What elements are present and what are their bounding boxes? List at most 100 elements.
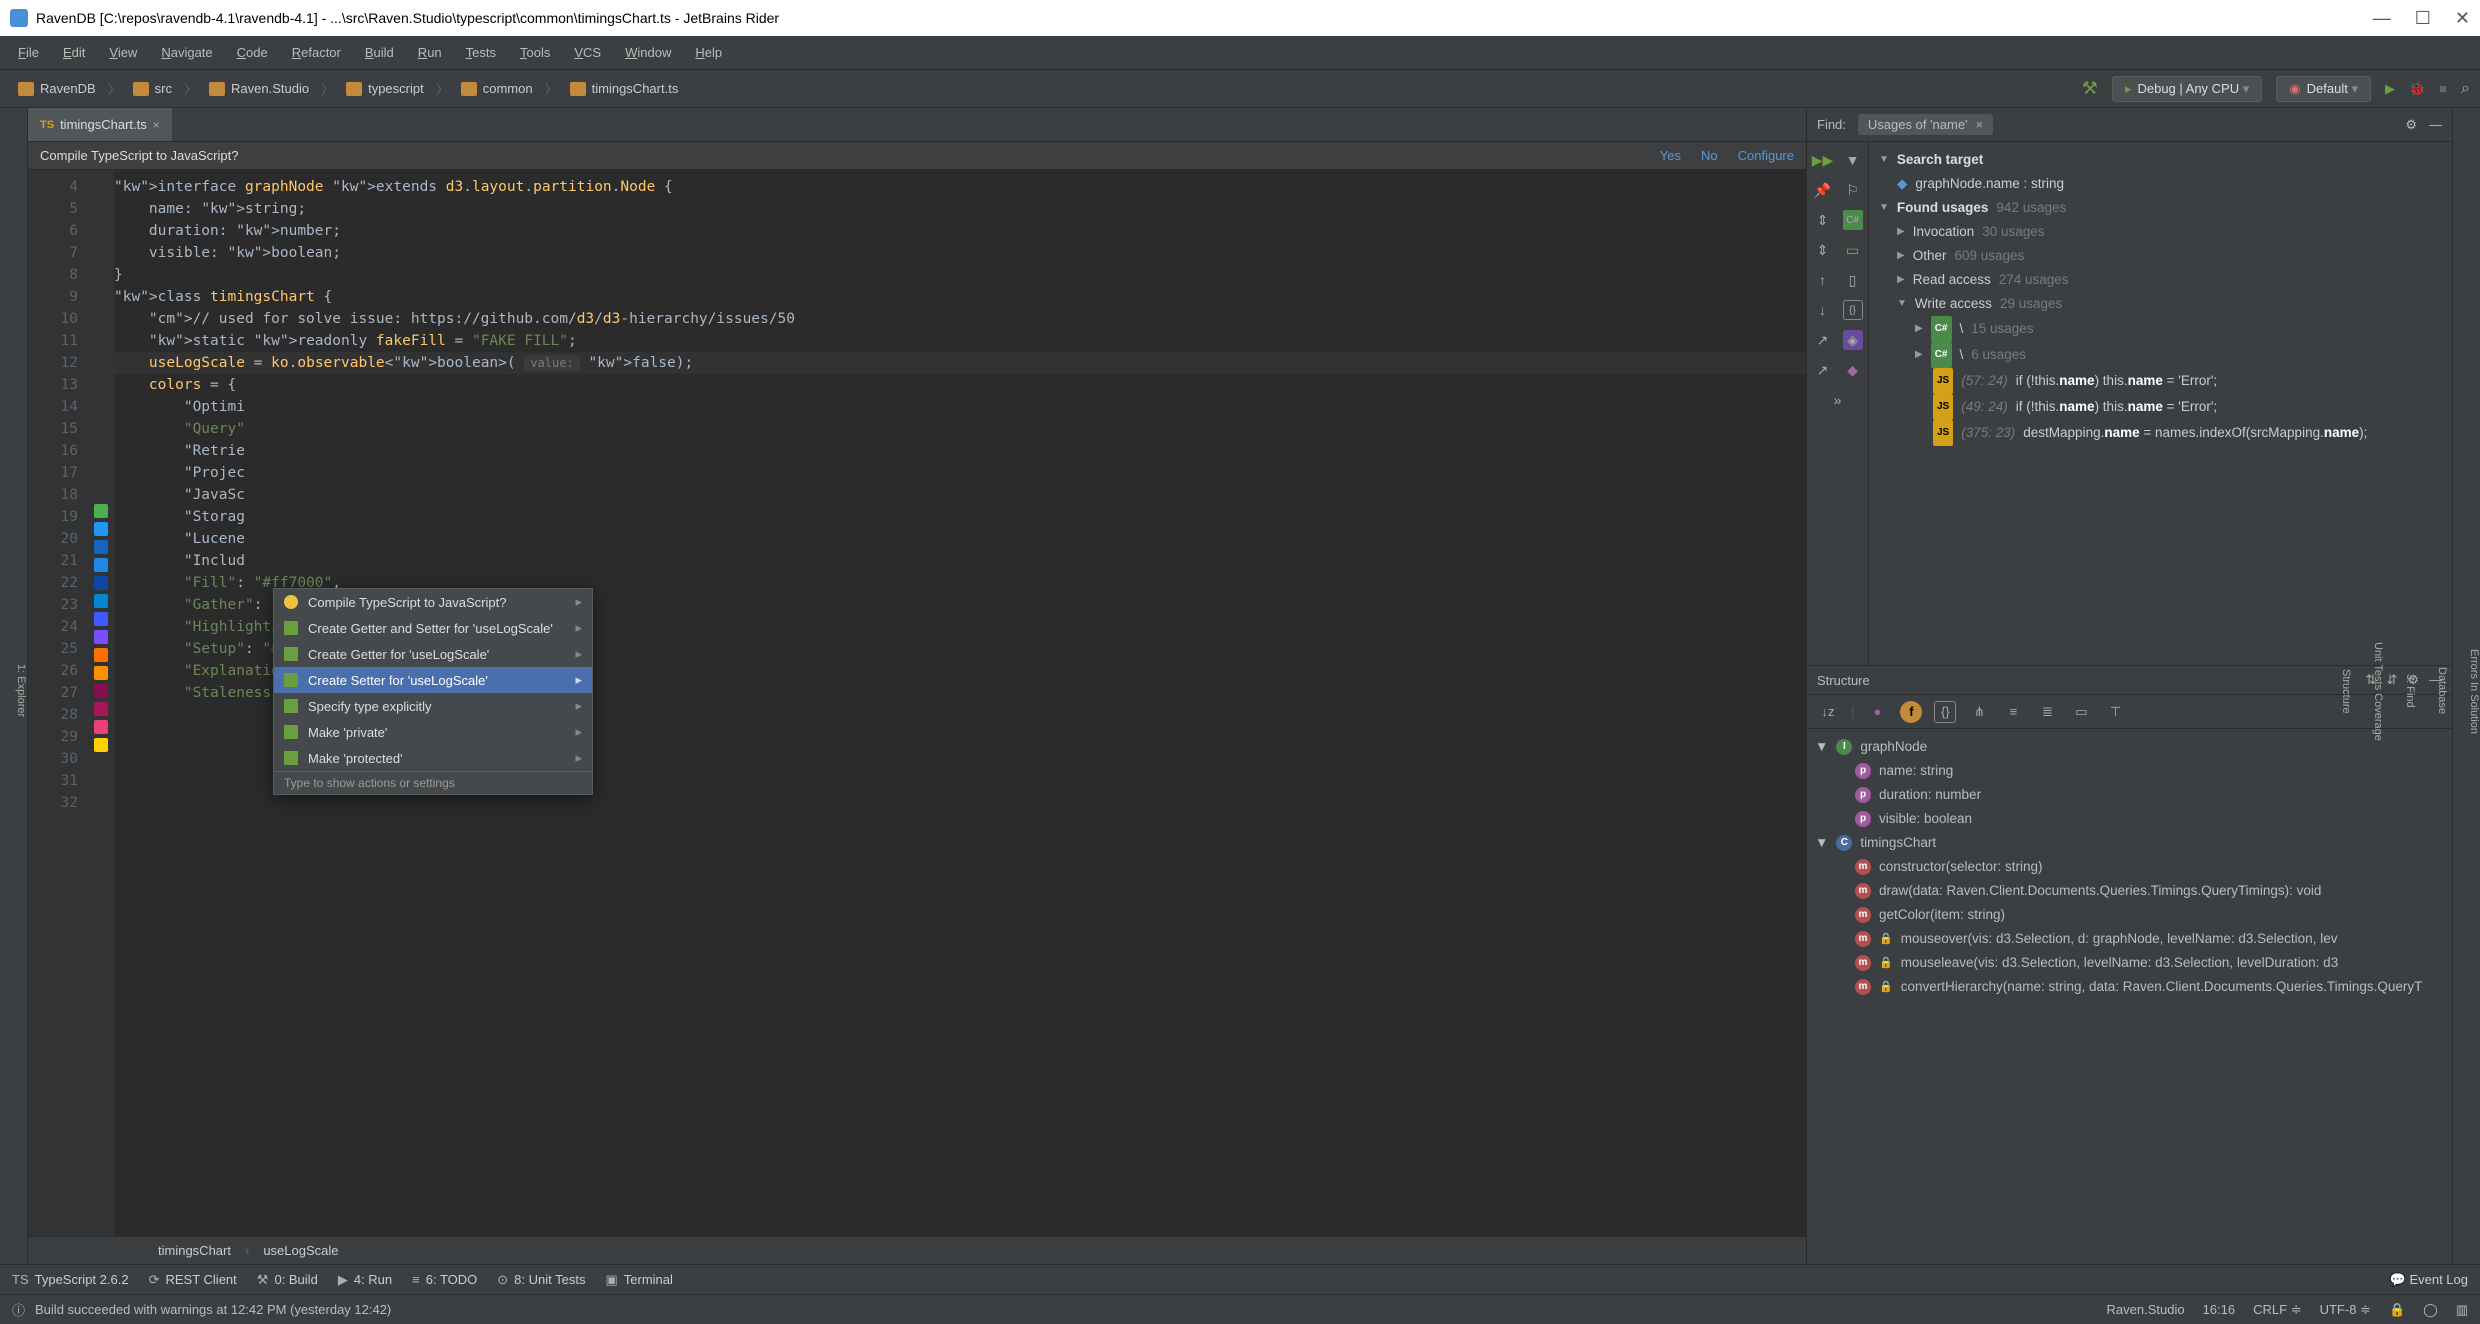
pencil-icon: [284, 725, 298, 739]
menu-refactor[interactable]: Refactor: [282, 41, 351, 64]
banner-no[interactable]: No: [1701, 148, 1718, 163]
file-icon[interactable]: ▯: [1843, 270, 1863, 290]
up-icon[interactable]: ↑: [1813, 270, 1833, 290]
coverage-tab[interactable]: Unit Tests Coverage: [2372, 642, 2384, 741]
breadcrumb-item[interactable]: RavenDB: [10, 79, 104, 98]
stack-icon[interactable]: ▥: [2456, 1302, 2468, 1318]
banner-yes[interactable]: Yes: [1660, 148, 1681, 163]
menu-file[interactable]: File: [8, 41, 49, 64]
tool-window-3[interactable]: ▶4: Run: [338, 1272, 392, 1288]
menu-window[interactable]: Window: [615, 41, 681, 64]
folder-icon: [570, 82, 586, 96]
intention-item[interactable]: Specify type explicitly▸: [274, 693, 592, 719]
tool-window-0[interactable]: TSTypeScript 2.6.2: [12, 1272, 129, 1287]
find-results-tree[interactable]: ▼Search target◆graphNode.name : string▼F…: [1869, 142, 2452, 665]
find-query-pill[interactable]: Usages of 'name'×: [1858, 114, 1993, 135]
tag-icon[interactable]: ◈: [1843, 330, 1863, 350]
menu-edit[interactable]: Edit: [53, 41, 95, 64]
pin-icon[interactable]: ⊤: [2104, 701, 2126, 723]
export-icon[interactable]: ↗: [1813, 330, 1833, 350]
encoding[interactable]: UTF-8 ≑: [2320, 1302, 2371, 1318]
more-icon[interactable]: »: [1828, 390, 1848, 410]
crumb-member[interactable]: useLogScale: [263, 1243, 338, 1258]
breadcrumb-item[interactable]: Raven.Studio: [201, 79, 317, 98]
tool-window-1[interactable]: ⟳REST Client: [149, 1272, 237, 1288]
menu-view[interactable]: View: [99, 41, 147, 64]
lock-icon: 🔒: [1879, 927, 1893, 951]
gear-icon[interactable]: ⚙: [2405, 117, 2417, 133]
menu-tools[interactable]: Tools: [510, 41, 560, 64]
menu-build[interactable]: Build: [355, 41, 404, 64]
breadcrumb-item[interactable]: common: [453, 79, 541, 98]
inspector-icon[interactable]: ◯: [2423, 1302, 2438, 1318]
structure-tree[interactable]: ▼IgraphNodepname: stringpduration: numbe…: [1807, 729, 2452, 1264]
close-button[interactable]: ✕: [2455, 8, 2470, 29]
search-icon[interactable]: ⌕: [2461, 80, 2470, 98]
hammer-icon[interactable]: ⚒: [2082, 78, 2098, 99]
intention-item[interactable]: Make 'private'▸: [274, 719, 592, 745]
filter-icon[interactable]: ▼: [1843, 150, 1863, 170]
tree2-icon[interactable]: ≡: [2002, 701, 2024, 723]
crumb-class[interactable]: timingsChart: [158, 1243, 231, 1258]
pin-icon[interactable]: 📌: [1813, 180, 1833, 200]
down-icon[interactable]: ↓: [1813, 300, 1833, 320]
run-icon[interactable]: ▶: [2385, 81, 2395, 97]
flag-icon[interactable]: ⚐: [1843, 180, 1863, 200]
database-tab[interactable]: Database: [2436, 667, 2448, 714]
tool-window-6[interactable]: ▣Terminal: [605, 1272, 672, 1288]
folder-icon[interactable]: ▭: [1843, 240, 1863, 260]
tree3-icon[interactable]: ≣: [2036, 701, 2058, 723]
menu-help[interactable]: Help: [685, 41, 732, 64]
debug-icon[interactable]: 🐞: [2409, 81, 2425, 97]
open-icon[interactable]: ↗: [1813, 360, 1833, 380]
close-tab-icon[interactable]: ×: [153, 118, 160, 132]
menu-code[interactable]: Code: [227, 41, 278, 64]
menu-tests[interactable]: Tests: [456, 41, 506, 64]
code-editor[interactable]: 4567891011121314151617181920212223242526…: [28, 170, 1806, 1236]
intention-item[interactable]: Create Setter for 'useLogScale'▸: [274, 667, 592, 693]
cube-icon[interactable]: ◆: [1843, 360, 1863, 380]
intention-item[interactable]: Compile TypeScript to JavaScript?▸: [274, 589, 592, 615]
expand-icon[interactable]: ⇕: [1813, 240, 1833, 260]
breadcrumb-item[interactable]: typescript: [338, 79, 432, 98]
menu-navigate[interactable]: Navigate: [151, 41, 222, 64]
banner-configure[interactable]: Configure: [1738, 148, 1794, 163]
intention-menu: Compile TypeScript to JavaScript?▸Create…: [273, 588, 593, 795]
braces-icon[interactable]: {}: [1843, 300, 1863, 320]
tool-window-5[interactable]: ⊙8: Unit Tests: [497, 1272, 585, 1288]
build-config-dropdown[interactable]: ▸Debug | Any CPU ▾: [2112, 76, 2262, 102]
errors-tab[interactable]: Errors In Solution: [2468, 649, 2480, 734]
structure-tab[interactable]: Structure: [2340, 669, 2352, 714]
group-icon[interactable]: ▭: [2070, 701, 2092, 723]
menu-vcs[interactable]: VCS: [564, 41, 611, 64]
file-tab[interactable]: TS timingsChart.ts ×: [28, 108, 172, 141]
event-log[interactable]: 💬 Event Log: [2390, 1272, 2468, 1288]
braces-icon[interactable]: {}: [1934, 701, 1956, 723]
explorer-tab[interactable]: 1: Explorer: [15, 664, 27, 717]
line-ending[interactable]: CRLF ≑: [2253, 1302, 2301, 1318]
intention-item[interactable]: Create Getter for 'useLogScale'▸: [274, 641, 592, 667]
find-tab[interactable]: 3: Find: [2404, 674, 2416, 708]
line-gutter: 4567891011121314151617181920212223242526…: [28, 170, 88, 1236]
lock-icon[interactable]: 🔒: [2389, 1302, 2405, 1318]
intention-item[interactable]: Make 'protected'▸: [274, 745, 592, 771]
show-fields-icon[interactable]: f: [1900, 701, 1922, 723]
sort-az-icon[interactable]: ↓z: [1817, 701, 1839, 723]
window-title: RavenDB [C:\repos\ravendb-4.1\ravendb-4.…: [36, 10, 779, 26]
menu-run[interactable]: Run: [408, 41, 452, 64]
run-config-dropdown[interactable]: ◉Default ▾: [2276, 76, 2371, 102]
tree1-icon[interactable]: ⋔: [1968, 701, 1990, 723]
intention-item[interactable]: Create Getter and Setter for 'useLogScal…: [274, 615, 592, 641]
breadcrumb-item[interactable]: timingsChart.ts: [562, 79, 687, 98]
minimize-panel-icon[interactable]: —: [2429, 117, 2442, 133]
rerun-icon[interactable]: ▶▶: [1813, 150, 1833, 170]
sort2-icon[interactable]: ⇵: [2386, 672, 2397, 688]
show-props-icon[interactable]: ●: [1866, 701, 1888, 723]
collapse-icon[interactable]: ⇕: [1813, 210, 1833, 230]
tool-window-4[interactable]: ≡6: TODO: [412, 1272, 477, 1287]
breadcrumb-item[interactable]: src: [125, 79, 180, 98]
maximize-button[interactable]: ☐: [2415, 8, 2431, 29]
cs-icon[interactable]: C#: [1843, 210, 1863, 230]
minimize-button[interactable]: —: [2373, 8, 2391, 29]
tool-window-2[interactable]: ⚒0: Build: [257, 1272, 318, 1288]
